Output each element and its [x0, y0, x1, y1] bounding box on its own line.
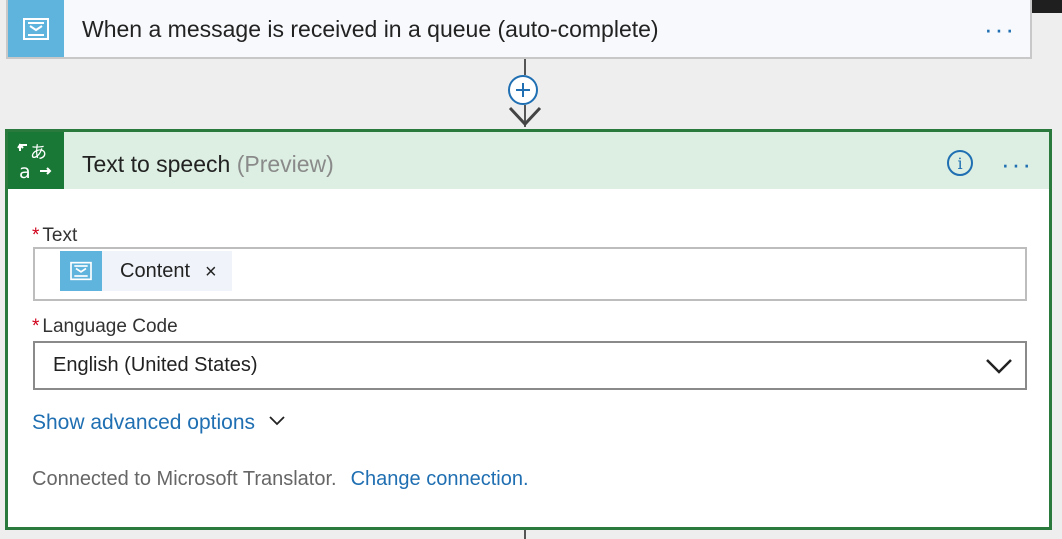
trigger-title: When a message is received in a queue (a… [82, 16, 659, 42]
svg-text:あ: あ [30, 143, 47, 163]
service-bus-queue-icon [8, 0, 64, 57]
action-more-options-button[interactable]: ··· [1001, 151, 1033, 177]
show-advanced-options-label: Show advanced options [32, 411, 255, 434]
change-connection-link[interactable]: Change connection. [351, 468, 529, 490]
trigger-more-options-button[interactable]: ··· [984, 16, 1016, 42]
connector-line-bottom [524, 530, 526, 539]
text-field-label-text: Text [42, 225, 78, 246]
token-label: Content [120, 260, 191, 282]
language-code-label: * Language Code [32, 316, 178, 338]
chevron-down-icon [986, 359, 1012, 374]
arrow-down-icon [508, 106, 542, 127]
action-title: Text to speech (Preview) [82, 151, 334, 178]
text-field-label: * Text [32, 225, 77, 247]
action-title-text: Text to speech [82, 151, 231, 177]
action-title-preview: (Preview) [236, 151, 334, 177]
svg-text:a: a [19, 161, 31, 181]
connection-info: Connected to Microsoft Translator. Change… [32, 468, 529, 491]
text-input[interactable]: Content × [33, 247, 1027, 301]
show-advanced-options-link[interactable]: Show advanced options [32, 411, 285, 435]
add-step-button[interactable] [508, 75, 538, 105]
content-token[interactable]: Content × [60, 251, 232, 291]
trigger-card[interactable]: When a message is received in a queue (a… [6, 0, 1032, 59]
required-marker: * [32, 225, 40, 246]
token-remove-button[interactable]: × [205, 261, 217, 284]
language-code-value: English (United States) [53, 354, 258, 376]
connector-line-top [524, 59, 526, 75]
info-icon[interactable]: i [947, 150, 973, 176]
language-code-select[interactable]: English (United States) [33, 341, 1027, 390]
required-marker: * [32, 316, 40, 337]
action-card: あ a Text to speech (Preview) i ··· * Text [5, 129, 1052, 530]
translator-icon: あ a [8, 132, 64, 189]
connection-status-text: Connected to Microsoft Translator. [32, 468, 337, 490]
action-header[interactable]: あ a Text to speech (Preview) i ··· [8, 132, 1049, 189]
chevron-down-icon [269, 416, 285, 426]
service-bus-queue-icon [60, 251, 102, 291]
language-code-label-text: Language Code [42, 316, 178, 337]
plus-icon [516, 83, 530, 97]
